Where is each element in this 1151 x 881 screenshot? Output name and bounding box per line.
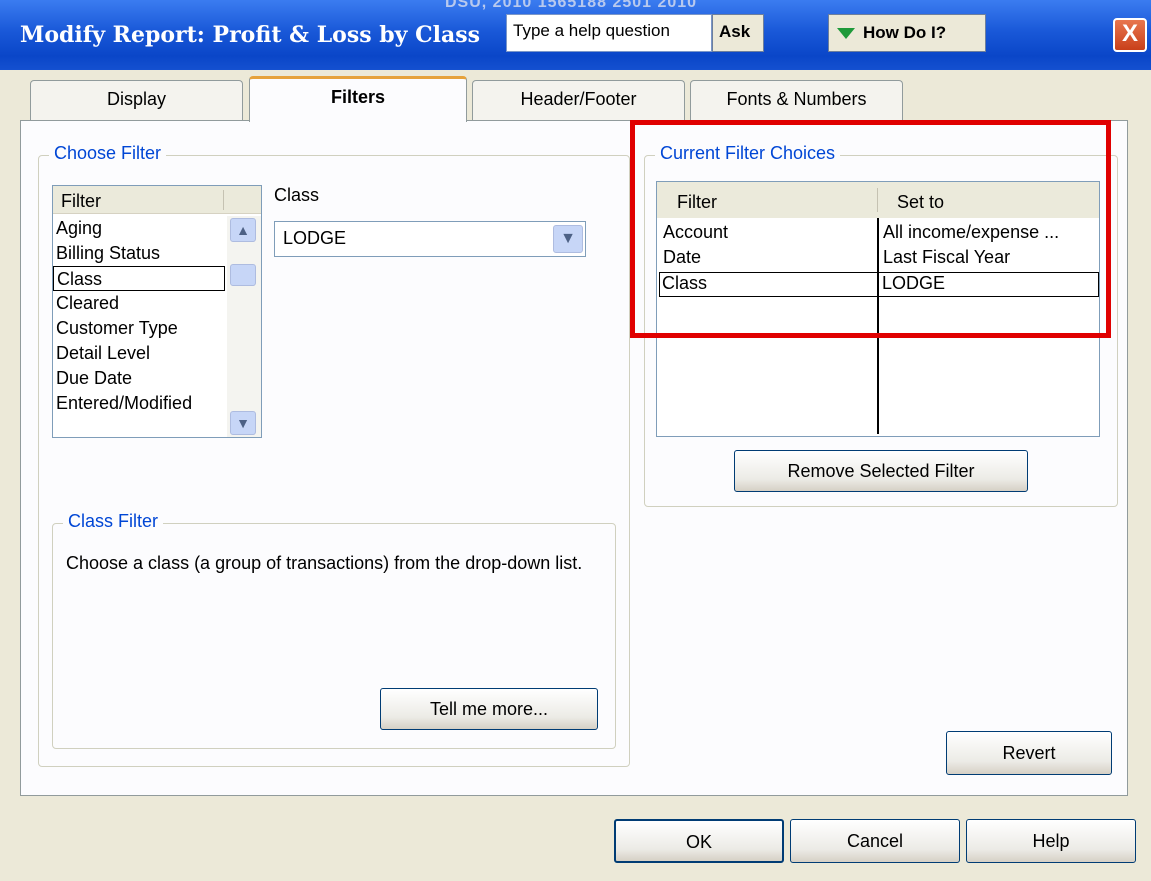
filter-list-scrollbar[interactable]: ▲ ▼: [227, 216, 261, 437]
scroll-thumb[interactable]: [230, 264, 256, 286]
list-item-selected[interactable]: Class: [53, 266, 225, 291]
scroll-down-icon[interactable]: ▼: [230, 411, 256, 435]
class-filter-label: Class Filter: [63, 511, 164, 532]
highlight-annotation-box: [630, 120, 1111, 338]
filter-list-header: Filter: [53, 186, 261, 214]
list-item[interactable]: Due Date: [53, 366, 225, 391]
dialog-title: Modify Report: Profit & Loss by Class: [20, 22, 480, 48]
list-item[interactable]: Billing Status: [53, 241, 225, 266]
ok-button[interactable]: OK: [614, 819, 784, 863]
title-clip-text: DSU, 2010 1565188 2501 2010: [445, 0, 698, 11]
tab-filters[interactable]: Filters: [249, 76, 467, 122]
tab-filters-label: Filters: [330, 87, 386, 107]
filter-list[interactable]: Filter Aging Billing Status Class Cleare…: [52, 185, 262, 438]
filter-list-header-label: Filter: [61, 191, 101, 211]
revert-button[interactable]: Revert: [946, 731, 1112, 775]
how-do-i-button[interactable]: How Do I?: [828, 14, 986, 52]
list-item[interactable]: Detail Level: [53, 341, 225, 366]
class-dropdown-value: LODGE: [283, 228, 347, 248]
scroll-up-icon[interactable]: ▲: [230, 218, 256, 242]
chevron-down-icon[interactable]: ▼: [553, 225, 583, 253]
list-item[interactable]: Entered/Modified: [53, 391, 225, 416]
list-item[interactable]: Customer Type: [53, 316, 225, 341]
tab-fonts-numbers-label: Fonts & Numbers: [726, 89, 867, 109]
tell-me-more-button[interactable]: Tell me more...: [380, 688, 598, 730]
cancel-button[interactable]: Cancel: [790, 819, 960, 863]
class-label: Class: [274, 185, 320, 205]
tab-display-label: Display: [106, 89, 167, 109]
choose-filter-label: Choose Filter: [49, 143, 167, 164]
ask-button[interactable]: Ask: [712, 14, 764, 52]
modify-report-dialog: DSU, 2010 1565188 2501 2010 Modify Repor…: [0, 0, 1151, 881]
how-do-i-label: How Do I?: [863, 23, 947, 42]
class-dropdown[interactable]: LODGE ▼: [274, 221, 586, 257]
tab-fonts-numbers[interactable]: Fonts & Numbers: [690, 80, 903, 120]
list-item[interactable]: Aging: [53, 216, 225, 241]
remove-selected-filter-button[interactable]: Remove Selected Filter: [734, 450, 1028, 492]
tab-display[interactable]: Display: [30, 80, 243, 120]
triangle-down-icon: [837, 27, 855, 39]
column-divider: [223, 190, 224, 210]
class-filter-description: Choose a class (a group of transactions)…: [66, 553, 583, 573]
filter-list-body: Aging Billing Status Class Cleared Custo…: [53, 216, 225, 416]
title-bar: DSU, 2010 1565188 2501 2010 Modify Repor…: [0, 0, 1151, 70]
tab-header-footer-label: Header/Footer: [520, 89, 637, 109]
list-item[interactable]: Cleared: [53, 291, 225, 316]
help-question-input[interactable]: Type a help question: [506, 14, 712, 52]
help-button[interactable]: Help: [966, 819, 1136, 863]
close-icon[interactable]: X: [1113, 18, 1147, 52]
tab-header-footer[interactable]: Header/Footer: [472, 80, 685, 120]
